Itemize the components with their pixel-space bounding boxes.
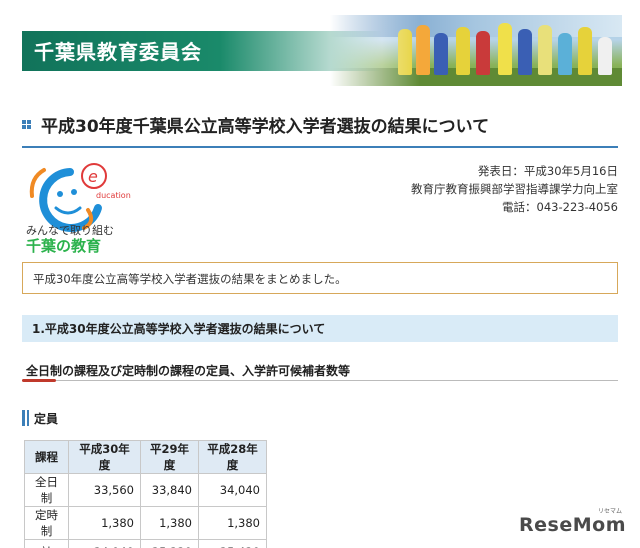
table-row: 全日制 33,560 33,840 34,040 — [24, 473, 267, 507]
table-cell: 1,380 — [140, 506, 199, 540]
summary-text: 平成30年度公立高等学校入学者選抜の結果をまとめました。 — [33, 272, 347, 286]
publication-date: 発表日：平成30年5月16日 — [477, 164, 618, 178]
student-figure — [498, 23, 512, 75]
watermark-logo: ReseMom — [519, 514, 626, 536]
student-figure — [518, 29, 532, 75]
table-cell: 33,560 — [68, 473, 141, 507]
student-figure — [434, 33, 448, 75]
student-figure — [538, 25, 552, 75]
section-heading: 1.平成30年度公立高等学校入学者選抜の結果について — [22, 315, 618, 342]
logo-letter: e — [88, 167, 98, 186]
student-figure — [476, 31, 490, 75]
subsection-heading: 全日制の課程及び定時制の課程の定員、入学許可候補者数等 — [26, 364, 351, 378]
page-title: 平成30年度千葉県公立高等学校入学者選抜の結果について — [22, 112, 618, 137]
column-header: 平成28年度 — [198, 440, 267, 474]
title-bullet-icon — [22, 120, 31, 129]
page-title-text: 平成30年度千葉県公立高等学校入学者選抜の結果について — [41, 117, 490, 137]
summary-box: 平成30年度公立高等学校入学者選抜の結果をまとめました。 — [22, 262, 618, 294]
table-cell: 34,940 — [68, 539, 141, 548]
logo-badge-text: ducation — [96, 191, 131, 200]
subsection-rule — [22, 380, 618, 381]
table-cell: 35,220 — [140, 539, 199, 548]
student-figure — [598, 37, 612, 75]
column-header: 課程 — [24, 440, 69, 474]
row-header: 計 — [24, 539, 69, 548]
table-cell: 35,420 — [198, 539, 267, 548]
header-banner: 千葉県教育委員会 — [0, 0, 640, 90]
table-cell: 1,380 — [198, 506, 267, 540]
capacity-label-text: 定員 — [34, 412, 59, 426]
student-figure — [558, 33, 572, 75]
column-header: 平29年度 — [140, 440, 199, 474]
table-row: 定時制 1,380 1,380 1,380 — [24, 506, 267, 540]
publication-info: 発表日：平成30年5月16日 教育庁教育振興部学習指導課学力向上室 電話：043… — [411, 162, 618, 216]
label-bar-icon — [27, 410, 29, 426]
row-header: 定時制 — [24, 506, 69, 540]
site-title[interactable]: 千葉県教育委員会 — [34, 36, 202, 65]
label-bar-icon — [22, 410, 25, 426]
table-cell: 34,040 — [198, 473, 267, 507]
capacity-table: 課程 平成30年度 平29年度 平成28年度 全日制 33,560 33,840… — [24, 440, 267, 548]
column-header: 平成30年度 — [68, 440, 141, 474]
logo-name: 千葉の教育 — [26, 237, 102, 255]
table-header-row: 課程 平成30年度 平29年度 平成28年度 — [24, 440, 267, 474]
publication-phone: 電話：043-223-4056 — [502, 200, 618, 214]
row-header: 全日制 — [24, 473, 69, 507]
publication-department: 教育庁教育振興部学習指導課学力向上室 — [411, 182, 618, 196]
table-row: 計 34,940 35,220 35,420 — [24, 539, 267, 548]
subsection-rule-accent — [22, 379, 56, 382]
title-underline — [22, 146, 618, 148]
table-cell: 1,380 — [68, 506, 141, 540]
table-cell: 33,840 — [140, 473, 199, 507]
student-figure — [578, 27, 592, 75]
student-figure — [456, 27, 470, 75]
